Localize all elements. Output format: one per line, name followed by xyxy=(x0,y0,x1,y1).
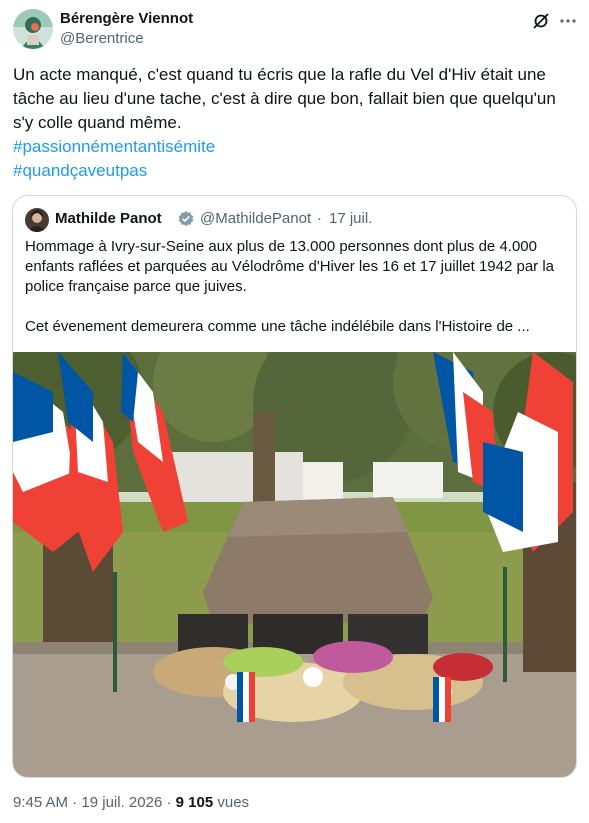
more-icon[interactable] xyxy=(557,11,579,31)
author-avatar[interactable] xyxy=(13,9,53,49)
author-name[interactable]: Bérengère Viennot xyxy=(60,10,193,27)
quoted-author-handle[interactable]: @MathildePanot xyxy=(200,210,311,227)
quoted-tweet-text: Hommage à Ivry-sur-Seine aux plus de 13.… xyxy=(25,237,570,337)
separator-dot: · xyxy=(166,794,172,811)
quoted-tweet-header: Mathilde Panot @MathildePanot · 17 juil. xyxy=(25,208,565,232)
tweet-text-line: s'y colle quand même. xyxy=(13,113,182,132)
grok-icon[interactable] xyxy=(531,11,551,31)
tweet-time[interactable]: 9:45 AM xyxy=(13,794,68,811)
quoted-text-line: Cet évenement demeurera comme une tâche … xyxy=(25,318,530,335)
verified-badge-icon xyxy=(177,210,195,228)
tweet-date[interactable]: 19 juil. 2026 xyxy=(81,794,162,811)
tweet-meta: 9:45 AM · 19 juil. 2026 · 9 105 vues xyxy=(13,794,249,811)
hashtag-link[interactable]: #quandçaveutpas xyxy=(13,159,147,183)
quoted-tweet-time[interactable]: 17 juil. xyxy=(329,210,372,227)
quoted-text-line: police française parce que juives. xyxy=(25,278,247,295)
tweet-text-line: Un acte manqué, c'est quand tu écris que… xyxy=(13,65,546,84)
tweet-header: Bérengère Viennot @Berentrice xyxy=(13,9,579,51)
quoted-text-line: enfants raflées et parquées au Vélodrôme… xyxy=(25,258,555,275)
views-label: vues xyxy=(217,794,250,811)
views-count: 9 105 xyxy=(175,794,214,811)
tweet-text-line: tâche au lieu d'une tache, c'est à dire … xyxy=(13,89,556,108)
separator-dot: · xyxy=(317,210,322,227)
tweet: Bérengère Viennot @Berentrice Un acte ma… xyxy=(0,0,589,823)
hashtag-link[interactable]: #passionnémentantisémite xyxy=(13,135,215,159)
quoted-text-line xyxy=(25,297,570,317)
memorial-photo[interactable] xyxy=(13,352,576,777)
quoted-text-line: Hommage à Ivry-sur-Seine aux plus de 13.… xyxy=(25,238,537,255)
quoted-author-avatar[interactable] xyxy=(25,208,49,232)
separator-dot: · xyxy=(72,794,78,811)
author-handle[interactable]: @Berentrice xyxy=(60,30,144,47)
tweet-text: Un acte manqué, c'est quand tu écris que… xyxy=(13,63,573,135)
quoted-tweet[interactable]: Mathilde Panot @MathildePanot · 17 juil.… xyxy=(12,195,577,778)
quoted-author-name[interactable]: Mathilde Panot xyxy=(55,210,162,227)
